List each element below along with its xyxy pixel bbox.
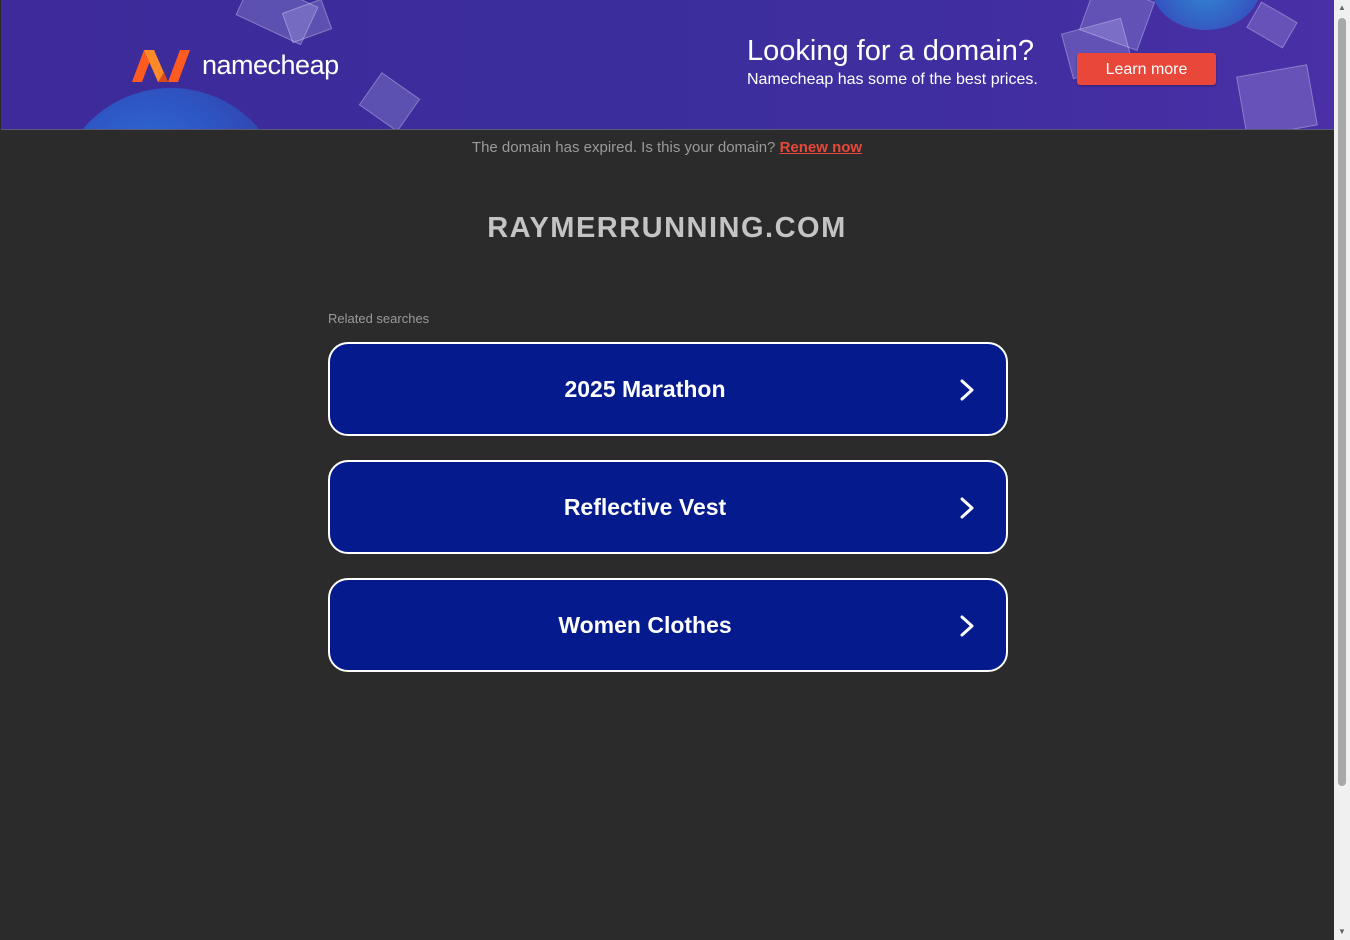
related-searches-list: 2025 Marathon Reflective Vest Women Clot… <box>328 342 1008 696</box>
decorative-shape <box>1236 64 1318 129</box>
logo-text: namecheap <box>202 49 339 80</box>
promo-title: Looking for a domain? <box>747 35 1034 67</box>
domain-title: RAYMERRUNNING.COM <box>487 212 847 244</box>
chevron-right-icon <box>960 379 974 401</box>
page: namecheap Looking for a domain? Namechea… <box>0 0 1334 940</box>
vertical-scrollbar[interactable]: ▲ ▼ <box>1334 0 1350 940</box>
promo-subtitle: Namecheap has some of the best prices. <box>747 71 1038 88</box>
related-search-item[interactable]: 2025 Marathon <box>328 342 1008 436</box>
scrollbar-thumb[interactable] <box>1338 18 1346 786</box>
related-search-label: Women Clothes <box>558 612 732 638</box>
scroll-up-arrow-icon[interactable]: ▲ <box>1334 0 1350 16</box>
namecheap-logo-icon <box>132 50 190 82</box>
related-searches-label: Related searches <box>328 311 430 326</box>
decorative-circle <box>1151 0 1261 30</box>
related-search-item[interactable]: Reflective Vest <box>328 460 1008 554</box>
scroll-down-arrow-icon[interactable]: ▼ <box>1334 924 1350 940</box>
decorative-circle <box>56 88 286 129</box>
decorative-shape <box>358 72 421 129</box>
decorative-shape <box>1246 1 1298 49</box>
related-search-item[interactable]: Women Clothes <box>328 578 1008 672</box>
notice-text: The domain has expired. Is this your dom… <box>471 139 776 156</box>
related-search-label: 2025 Marathon <box>564 376 726 402</box>
learn-more-button[interactable]: Learn more <box>1077 53 1216 85</box>
chevron-right-icon <box>960 497 974 519</box>
related-search-label: Reflective Vest <box>563 494 727 520</box>
expired-notice: The domain has expired. Is this your dom… <box>0 139 1334 156</box>
namecheap-logo[interactable]: namecheap <box>128 46 339 84</box>
promo-text: Looking for a domain? Namecheap has some… <box>747 34 1038 92</box>
promo-banner[interactable]: namecheap Looking for a domain? Namechea… <box>1 0 1334 130</box>
renew-now-link[interactable]: Renew now <box>780 139 863 156</box>
chevron-right-icon <box>960 615 974 637</box>
